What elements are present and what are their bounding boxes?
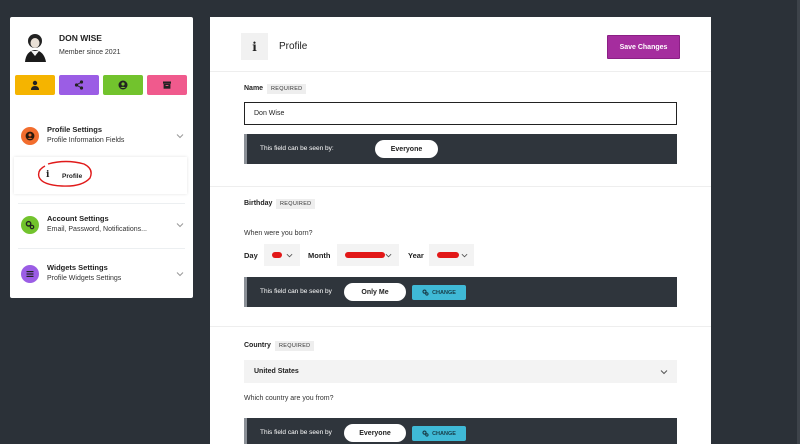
avatar: [25, 34, 46, 62]
day-label: Day: [244, 251, 258, 260]
required-badge: REQUIRED: [276, 199, 316, 209]
quick-action-profile[interactable]: [15, 75, 55, 95]
sidebar-item-title: Account Settings: [47, 214, 109, 223]
quick-action-share[interactable]: [59, 75, 99, 95]
country-value: United States: [254, 368, 299, 375]
birthday-question: When were you born?: [244, 230, 313, 237]
month-label: Month: [308, 251, 331, 260]
visibility-text: This field can be seen by: [260, 288, 332, 295]
year-label: Year: [408, 251, 424, 260]
account-circle-icon: [118, 80, 128, 90]
quick-action-account[interactable]: [103, 75, 143, 95]
visibility-bar: This field can be seen by: Everyone: [244, 134, 677, 164]
required-badge: REQUIRED: [275, 341, 315, 351]
chevron-down-icon: [461, 253, 468, 258]
birthday-label: Birthday: [244, 200, 273, 207]
info-icon: i: [241, 33, 268, 60]
sidebar-item-profile-settings[interactable]: Profile Settings Profile Information Fie…: [10, 115, 193, 159]
change-label: CHANGE: [432, 289, 456, 296]
visibility-everyone-pill[interactable]: Everyone: [375, 140, 438, 158]
sidebar-item-account-settings[interactable]: Account Settings Email, Password, Notifi…: [10, 204, 193, 248]
required-badge: REQUIRED: [267, 84, 307, 94]
day-select[interactable]: [264, 244, 300, 266]
redaction-mark: [437, 252, 459, 258]
visibility-bar: This field can be seen by Everyone CHANG…: [244, 418, 677, 444]
archive-icon: [163, 81, 171, 89]
visibility-everyone-pill[interactable]: Everyone: [344, 424, 406, 442]
name-label: Name: [244, 85, 264, 92]
change-visibility-button[interactable]: CHANGE: [412, 285, 466, 300]
panel-header: i Profile Save Changes: [210, 17, 711, 72]
member-since: Member since 2021: [59, 49, 121, 56]
share-icon: [74, 80, 84, 90]
visibility-bar: This field can be seen by Only Me CHANGE: [244, 277, 677, 307]
name-input[interactable]: Don Wise: [244, 102, 677, 125]
sidebar-item-subtitle: Profile Widgets Settings: [47, 275, 122, 282]
sidebar-item-widgets-settings[interactable]: Widgets Settings Profile Widgets Setting…: [10, 253, 193, 297]
sidebar-item-subtitle: Profile Information Fields: [47, 137, 125, 144]
month-select[interactable]: [337, 244, 399, 266]
user-name: DON WISE: [59, 33, 102, 43]
annotation-circle: [37, 160, 92, 187]
divider: [18, 248, 185, 249]
save-changes-button[interactable]: Save Changes: [607, 35, 680, 59]
change-label: CHANGE: [432, 430, 456, 437]
sidebar-item-title: Profile Settings: [47, 125, 103, 134]
name-section: Name REQUIRED Don Wise This field can be…: [210, 73, 711, 187]
country-select[interactable]: United States: [244, 360, 677, 383]
profile-panel: i Profile Save Changes Name REQUIRED Don…: [210, 17, 711, 444]
user-icon: [31, 80, 39, 90]
sidebar-item-subtitle: Email, Password, Notifications...: [47, 226, 147, 233]
chevron-down-icon: [660, 370, 668, 375]
chevron-down-icon: [176, 223, 184, 228]
gears-icon: [422, 289, 429, 296]
chevron-down-icon: [385, 253, 392, 258]
change-visibility-button[interactable]: CHANGE: [412, 426, 466, 441]
gears-icon: [422, 430, 429, 437]
gears-icon: [21, 216, 39, 234]
visibility-text: This field can be seen by:: [260, 145, 334, 152]
sidebar-item-title: Widgets Settings: [47, 263, 108, 272]
user-circle-icon: [21, 127, 39, 145]
user-card: DON WISE Member since 2021: [22, 28, 187, 68]
visibility-text: This field can be seen by: [260, 429, 332, 436]
redaction-mark: [272, 252, 282, 258]
page-title: Profile: [279, 41, 308, 52]
country-section: Country REQUIRED United States Which cou…: [210, 328, 711, 444]
chevron-down-icon: [286, 253, 293, 258]
list-icon: [21, 265, 39, 283]
quick-action-archive[interactable]: [147, 75, 187, 95]
chevron-down-icon: [176, 134, 184, 139]
redaction-mark: [345, 252, 385, 258]
country-question: Which country are you from?: [244, 395, 334, 402]
visibility-only-me-pill[interactable]: Only Me: [344, 283, 406, 301]
birthday-section: Birthday REQUIRED When were you born? Da…: [210, 188, 711, 327]
chevron-down-icon: [176, 272, 184, 277]
year-select[interactable]: [429, 244, 474, 266]
country-label: Country: [244, 342, 271, 349]
